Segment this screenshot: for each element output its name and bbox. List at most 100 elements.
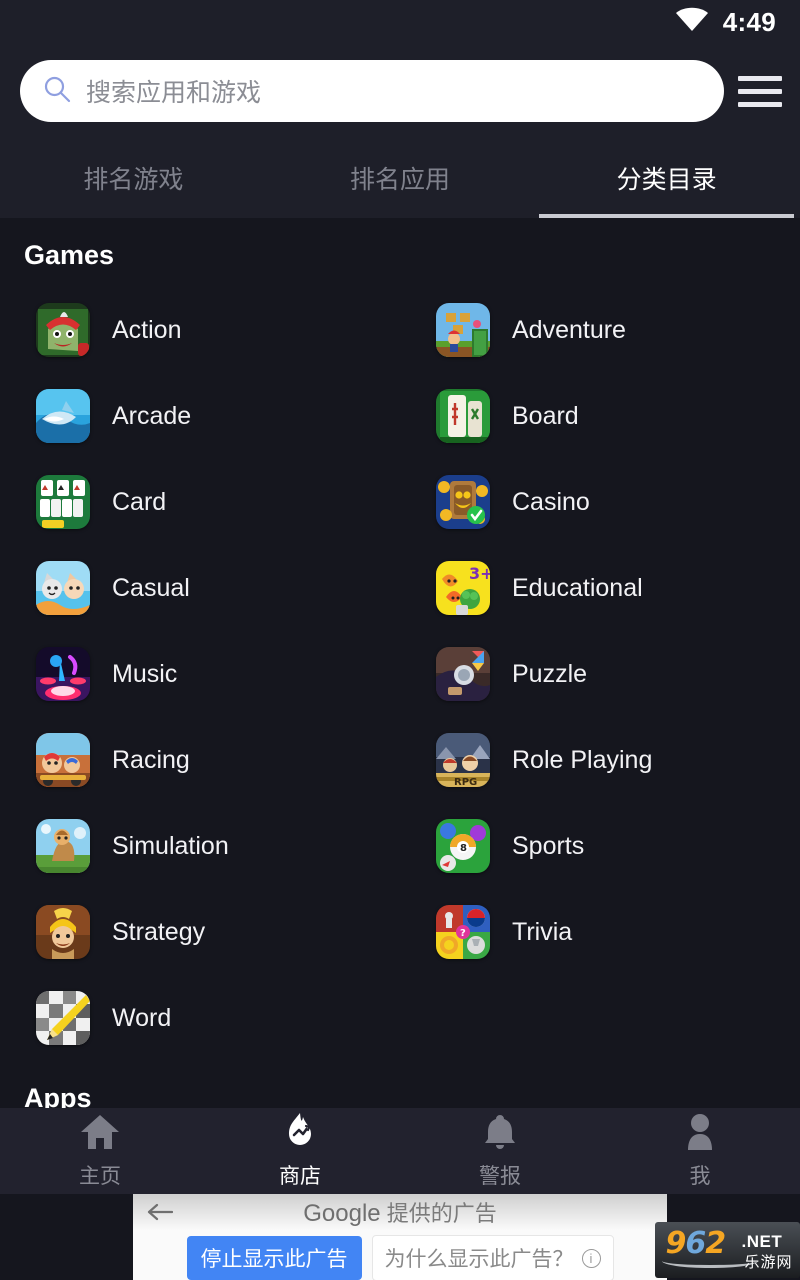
- ad-header: Google 提供的广告: [133, 1194, 667, 1230]
- bottom-navigation-bar: 主页 商店 警报 我: [0, 1108, 800, 1194]
- watermark-cn: 乐游网: [744, 1254, 793, 1271]
- category-label: Racing: [112, 745, 190, 774]
- category-item-trivia[interactable]: ? Trivia: [400, 889, 800, 975]
- casino-slots-icon: [436, 475, 490, 529]
- search-bar[interactable]: 搜索应用和游戏: [20, 60, 724, 122]
- category-label: Strategy: [112, 917, 206, 946]
- section-title-games: Games: [24, 240, 115, 270]
- sports-8ball-icon: 8: [436, 819, 490, 873]
- category-item-adventure[interactable]: Adventure: [400, 287, 800, 373]
- category-label: Arcade: [112, 401, 192, 430]
- ad-attribution-text: Google 提供的广告: [133, 1196, 667, 1228]
- word-crossword-icon: [36, 991, 90, 1045]
- category-label: Trivia: [512, 917, 573, 946]
- flame-store-icon: [279, 1112, 321, 1156]
- svg-text:8: 8: [460, 843, 467, 854]
- svg-text:?: ?: [460, 928, 466, 939]
- home-icon: [79, 1113, 121, 1156]
- nav-item-home[interactable]: 主页: [0, 1113, 200, 1190]
- status-bar: 4:49: [0, 0, 800, 44]
- puzzle-icon: [436, 647, 490, 701]
- casual-cats-icon: [36, 561, 90, 615]
- category-item-role-playing[interactable]: RPG Role Playing: [400, 717, 800, 803]
- category-item-educational[interactable]: 3+ Educational: [400, 545, 800, 631]
- category-item-board[interactable]: Board: [400, 373, 800, 459]
- svg-text:RPG: RPG: [454, 777, 477, 787]
- nav-label: 主页: [79, 1164, 121, 1188]
- category-item-sports[interactable]: 8 Sports: [400, 803, 800, 889]
- nav-label: 我: [689, 1164, 711, 1188]
- category-label: Puzzle: [512, 659, 588, 688]
- nav-label: 商店: [279, 1164, 321, 1188]
- tab-bar: 排名游戏 排名应用 分类目录: [0, 138, 800, 218]
- category-label: Card: [112, 487, 167, 516]
- category-scroll-area[interactable]: Games Action Adventure Arcade Board Card…: [0, 218, 800, 1108]
- category-label: Word: [112, 1003, 172, 1032]
- tab-label: 分类目录: [616, 166, 717, 194]
- category-label: Simulation: [112, 831, 229, 860]
- category-item-word[interactable]: Word: [0, 975, 400, 1061]
- music-drums-icon: [36, 647, 90, 701]
- category-item-arcade[interactable]: Arcade: [0, 373, 400, 459]
- strategy-barbarian-icon: [36, 905, 90, 959]
- arcade-shark-icon: [36, 389, 90, 443]
- category-label: Casual: [112, 573, 190, 602]
- adventure-platformer-icon: [436, 303, 490, 357]
- tab-label: 排名应用: [350, 166, 451, 194]
- category-label: Role Playing: [512, 745, 653, 774]
- info-icon[interactable]: i: [581, 1248, 601, 1268]
- category-item-action[interactable]: Action: [0, 287, 400, 373]
- tab-ranked-games[interactable]: 排名游戏: [0, 138, 267, 218]
- search-input-placeholder[interactable]: 搜索应用和游戏: [86, 73, 261, 109]
- card-solitaire-icon: [36, 475, 90, 529]
- category-label: Educational: [512, 573, 643, 602]
- action-zombie-icon: [36, 303, 90, 357]
- ad-brand: Google: [303, 1200, 381, 1227]
- role-playing-icon: RPG: [436, 733, 490, 787]
- tab-ranked-apps[interactable]: 排名应用: [267, 138, 534, 218]
- watermark-swoosh: [661, 1254, 758, 1268]
- wifi-icon: [675, 7, 709, 38]
- header: 搜索应用和游戏: [0, 44, 800, 138]
- simulation-icon: [36, 819, 90, 873]
- stop-showing-ad-button[interactable]: 停止显示此广告: [186, 1236, 362, 1280]
- category-item-racing[interactable]: Racing: [0, 717, 400, 803]
- watermark-962net: 962 .NET 乐游网: [655, 1222, 800, 1278]
- why-this-ad-label: 为什么显示此广告？: [384, 1248, 574, 1271]
- svg-text:3+: 3+: [469, 564, 490, 583]
- bell-icon: [479, 1113, 521, 1156]
- why-this-ad-button[interactable]: 为什么显示此广告？ i: [371, 1235, 614, 1280]
- person-icon: [679, 1113, 721, 1156]
- google-ad-overlay: Google 提供的广告 停止显示此广告 为什么显示此广告？ i: [133, 1194, 667, 1280]
- back-arrow-icon[interactable]: [147, 1202, 174, 1222]
- watermark-net: .NET: [741, 1232, 783, 1251]
- section-title-apps: Apps: [24, 1083, 92, 1108]
- trivia-logoquiz-icon: ?: [436, 905, 490, 959]
- category-item-simulation[interactable]: Simulation: [0, 803, 400, 889]
- category-label: Action: [112, 315, 182, 344]
- board-mahjong-icon: [436, 389, 490, 443]
- search-icon: [42, 74, 72, 109]
- ad-buttons: 停止显示此广告 为什么显示此广告？ i: [133, 1230, 667, 1280]
- nav-item-store[interactable]: 商店: [200, 1112, 400, 1190]
- nav-label: 警报: [479, 1164, 521, 1188]
- tab-label: 排名游戏: [83, 166, 184, 194]
- category-label: Casino: [512, 487, 590, 516]
- category-label: Board: [512, 401, 579, 430]
- category-item-strategy[interactable]: Strategy: [0, 889, 400, 975]
- category-item-casino[interactable]: Casino: [400, 459, 800, 545]
- hamburger-menu-icon[interactable]: [738, 69, 782, 113]
- nav-item-me[interactable]: 我: [600, 1113, 800, 1190]
- nav-item-alerts[interactable]: 警报: [400, 1113, 600, 1190]
- category-label: Adventure: [512, 315, 626, 344]
- category-label: Music: [112, 659, 178, 688]
- category-item-music[interactable]: Music: [0, 631, 400, 717]
- category-item-card[interactable]: Card: [0, 459, 400, 545]
- category-item-puzzle[interactable]: Puzzle: [400, 631, 800, 717]
- tab-categories[interactable]: 分类目录: [533, 138, 800, 218]
- status-clock: 4:49: [722, 6, 776, 37]
- educational-veggies-icon: 3+: [436, 561, 490, 615]
- games-category-grid: Action Adventure Arcade Board Card Casin…: [0, 287, 800, 1061]
- category-item-casual[interactable]: Casual: [0, 545, 400, 631]
- racing-kart-icon: [36, 733, 90, 787]
